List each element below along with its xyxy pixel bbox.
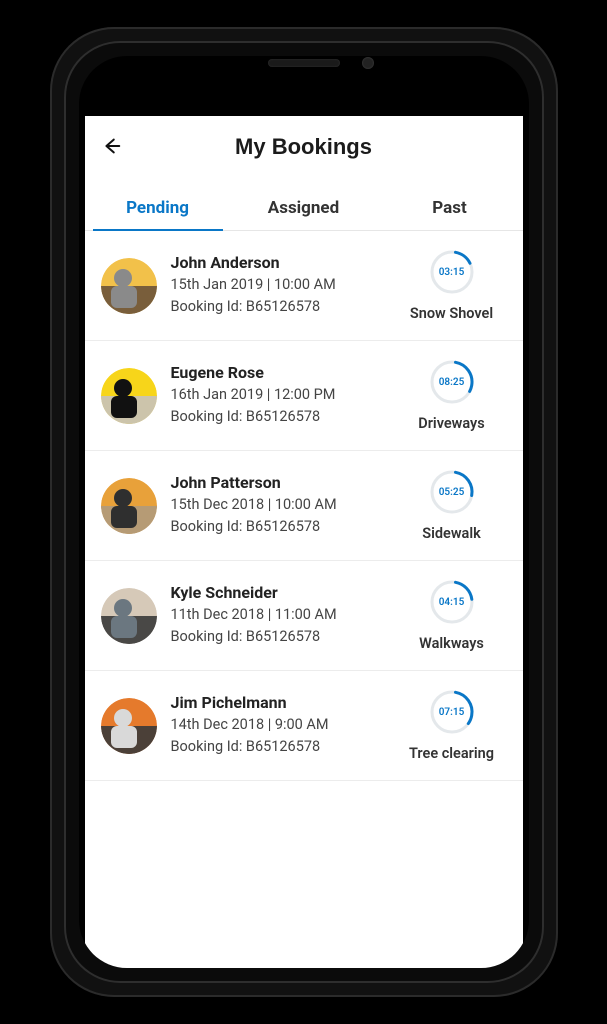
timer-icon: 08:25	[429, 359, 475, 405]
avatar	[101, 478, 157, 534]
booking-category: Driveways	[418, 415, 484, 432]
booking-datetime: 15th Jan 2019 | 10:00 AM	[171, 274, 397, 296]
timer-value: 08:25	[429, 359, 475, 405]
tab-pending[interactable]: Pending	[85, 184, 231, 230]
phone-frame: My Bookings Pending Assigned Past John A…	[50, 27, 558, 997]
booking-name: John Patterson	[171, 473, 397, 492]
phone-speaker	[268, 59, 340, 67]
booking-right: 05:25 Sidewalk	[397, 469, 507, 542]
timer-value: 05:25	[429, 469, 475, 515]
header: My Bookings	[85, 116, 523, 174]
booking-list: John Anderson15th Jan 2019 | 10:00 AMBoo…	[85, 231, 523, 968]
page-title: My Bookings	[103, 134, 505, 160]
booking-right: 04:15 Walkways	[397, 579, 507, 652]
booking-right: 07:15 Tree clearing	[397, 689, 507, 762]
tabs: Pending Assigned Past	[85, 184, 523, 231]
tab-assigned[interactable]: Assigned	[231, 184, 377, 230]
timer-value: 04:15	[429, 579, 475, 625]
tab-label: Pending	[126, 198, 189, 218]
booking-id: Booking Id: B65126578	[171, 736, 397, 758]
booking-category: Walkways	[419, 635, 484, 652]
timer-value: 07:15	[429, 689, 475, 735]
booking-datetime: 14th Dec 2018 | 9:00 AM	[171, 714, 397, 736]
timer-icon: 07:15	[429, 689, 475, 735]
tab-label: Past	[432, 198, 466, 218]
app-screen: My Bookings Pending Assigned Past John A…	[85, 116, 523, 968]
booking-name: John Anderson	[171, 253, 397, 272]
booking-row[interactable]: Jim Pichelmann 14th Dec 2018 | 9:00 AMBoo…	[85, 671, 523, 781]
booking-right: 08:25 Driveways	[397, 359, 507, 432]
timer-icon: 05:25	[429, 469, 475, 515]
avatar	[101, 368, 157, 424]
booking-details: Jim Pichelmann 14th Dec 2018 | 9:00 AMBoo…	[157, 693, 397, 758]
timer-icon: 03:15	[429, 249, 475, 295]
booking-category: Tree clearing	[409, 745, 494, 762]
booking-id: Booking Id: B65126578	[171, 406, 397, 428]
booking-row[interactable]: John Patterson 15th Dec 2018 | 10:00 AMBo…	[85, 451, 523, 561]
booking-name: Eugene Rose	[171, 363, 397, 382]
booking-datetime: 16th Jan 2019 | 12:00 PM	[171, 384, 397, 406]
back-button[interactable]	[97, 134, 125, 162]
booking-name: Kyle Schneider	[171, 583, 397, 602]
booking-category: Sidewalk	[422, 525, 481, 542]
booking-category: Snow Shovel	[410, 305, 493, 322]
booking-datetime: 11th Dec 2018 | 11:00 AM	[171, 604, 397, 626]
tab-past[interactable]: Past	[377, 184, 523, 230]
avatar	[101, 588, 157, 644]
timer-icon: 04:15	[429, 579, 475, 625]
booking-details: John Patterson 15th Dec 2018 | 10:00 AMBo…	[157, 473, 397, 538]
booking-details: Eugene Rose 16th Jan 2019 | 12:00 PMBooki…	[157, 363, 397, 428]
booking-row[interactable]: Kyle Schneider 11th Dec 2018 | 11:00 AMBo…	[85, 561, 523, 671]
booking-details: Kyle Schneider 11th Dec 2018 | 11:00 AMBo…	[157, 583, 397, 648]
booking-row[interactable]: Eugene Rose 16th Jan 2019 | 12:00 PMBooki…	[85, 341, 523, 451]
booking-right: 03:15 Snow Shovel	[397, 249, 507, 322]
booking-details: John Anderson 15th Jan 2019 | 10:00 AMBoo…	[157, 253, 397, 318]
back-arrow-icon	[100, 135, 122, 161]
avatar	[101, 698, 157, 754]
phone-camera	[362, 57, 374, 69]
booking-id: Booking Id: B65126578	[171, 516, 397, 538]
avatar	[101, 258, 157, 314]
tab-label: Assigned	[268, 198, 339, 218]
timer-value: 03:15	[429, 249, 475, 295]
booking-id: Booking Id: B65126578	[171, 296, 397, 318]
booking-name: Jim Pichelmann	[171, 693, 397, 712]
booking-id: Booking Id: B65126578	[171, 626, 397, 648]
booking-datetime: 15th Dec 2018 | 10:00 AM	[171, 494, 397, 516]
booking-row[interactable]: John Anderson 15th Jan 2019 | 10:00 AMBoo…	[85, 231, 523, 341]
